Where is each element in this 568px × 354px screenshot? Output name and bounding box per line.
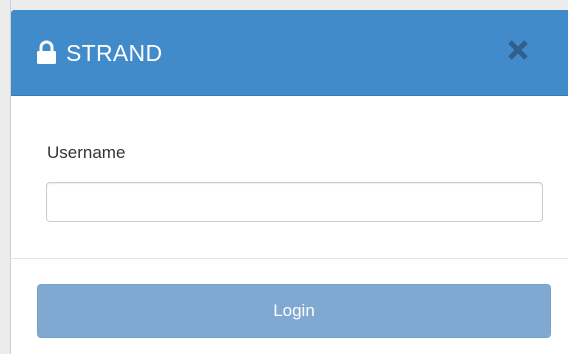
username-input[interactable] (46, 182, 543, 222)
window-top-edge (0, 0, 568, 10)
login-dialog: STRAND Username Login (11, 10, 568, 354)
lock-icon (37, 40, 56, 64)
window-left-edge (0, 0, 11, 354)
login-button[interactable]: Login (37, 284, 551, 338)
footer-divider (11, 258, 568, 259)
login-page: STRAND Username Login (0, 0, 568, 354)
username-label: Username (47, 143, 126, 162)
close-icon[interactable] (506, 38, 530, 62)
dialog-title: STRAND (66, 40, 163, 66)
dialog-body: Username (11, 96, 568, 258)
dialog-header: STRAND (11, 10, 568, 96)
